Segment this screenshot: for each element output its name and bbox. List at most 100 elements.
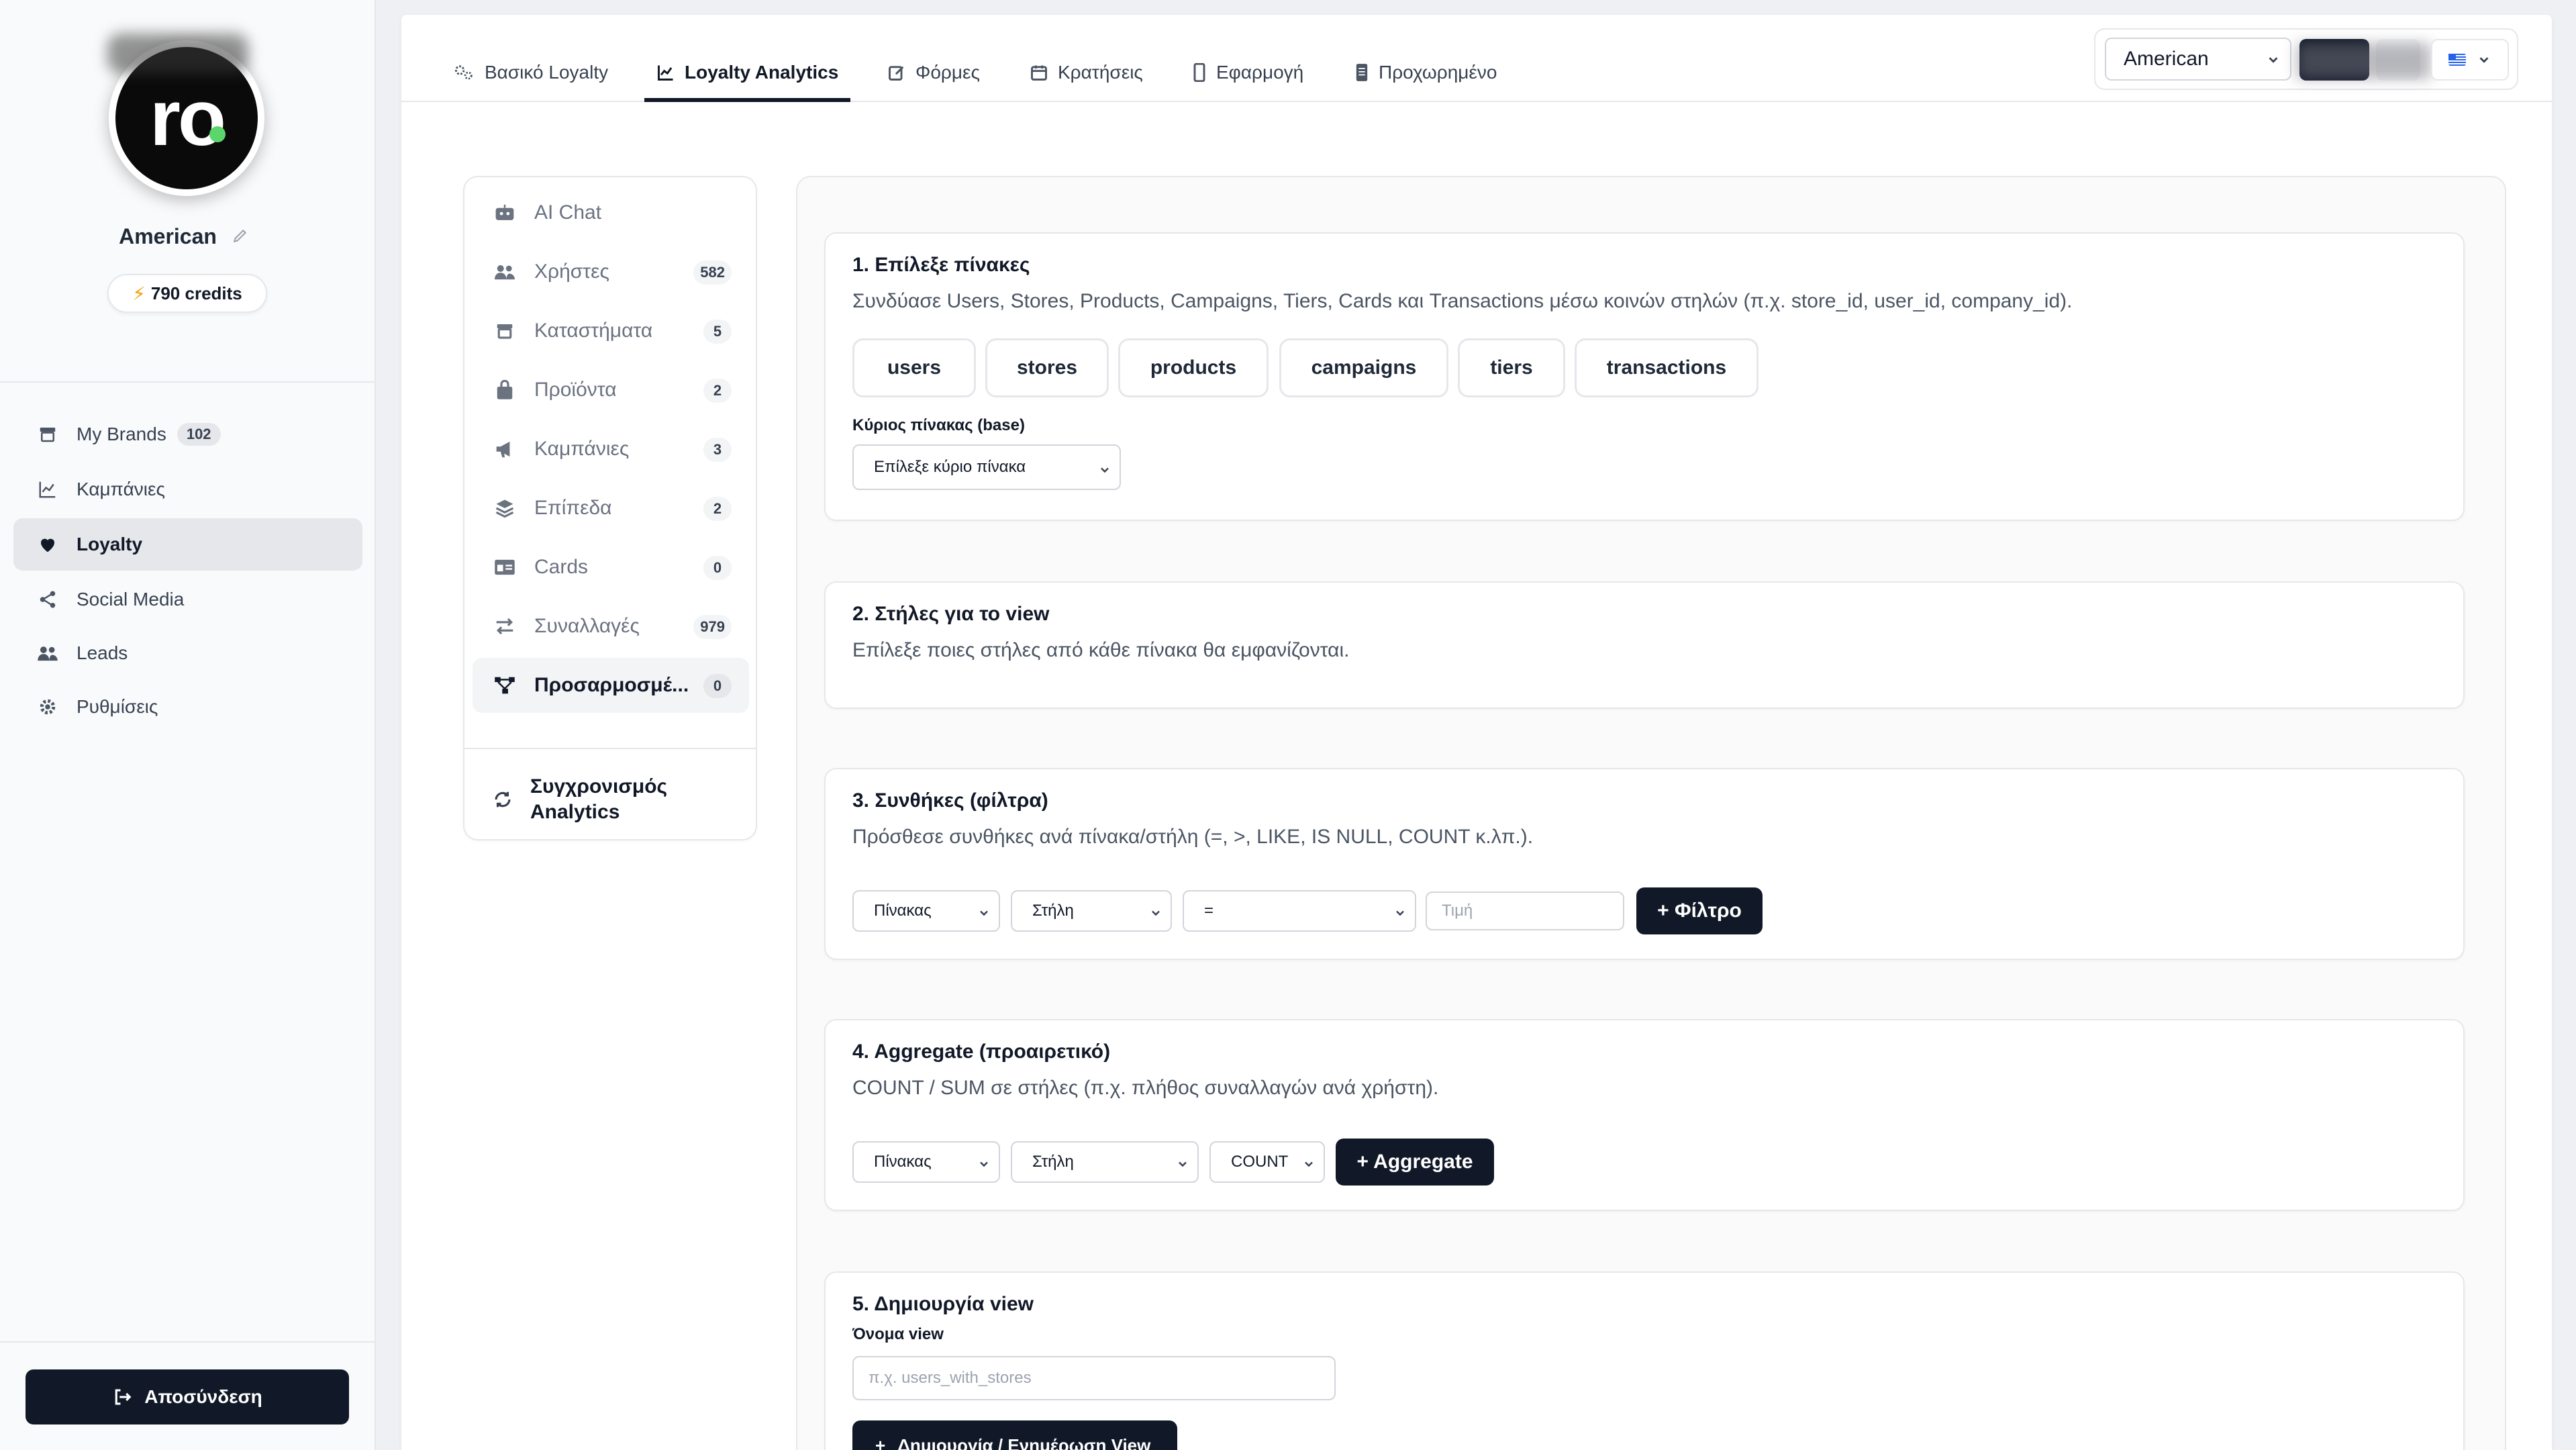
logout-label: Αποσύνδεση (144, 1386, 262, 1407)
language-selector[interactable] (2431, 39, 2509, 81)
aggregate-column-select[interactable]: Στήλη (1011, 1141, 1199, 1183)
filter-value-input[interactable]: Τιμή (1426, 891, 1624, 930)
base-table-select[interactable]: Επίλεξε κύριο πίνακα (852, 444, 1121, 490)
nav-item-social-media[interactable]: Social Media (13, 573, 362, 626)
base-table-label: Κύριος πίνακας (base) (852, 416, 1025, 434)
app-sidebar: ro American ⚡ 790 credits My Brands 102 … (0, 0, 376, 1450)
table-chip-campaigns[interactable]: campaigns (1279, 338, 1448, 397)
filter-table-value: Πίνακας (874, 902, 932, 920)
filter-column-select[interactable]: Στήλη (1011, 890, 1172, 932)
shopping-bag-icon (493, 380, 517, 400)
chevron-down-icon (1149, 906, 1162, 920)
table-chip-users[interactable]: users (852, 338, 976, 397)
users-icon (493, 262, 517, 282)
analytics-item-label: AI Chat (534, 201, 602, 224)
add-aggregate-button[interactable]: + Aggregate (1336, 1139, 1494, 1186)
tab-loyalty-analytics[interactable]: Loyalty Analytics (644, 54, 851, 102)
chevron-down-icon (1393, 906, 1407, 920)
filter-operator-select[interactable]: = (1183, 890, 1416, 932)
aggregate-function-value: COUNT (1231, 1153, 1289, 1171)
step-filters: 3. Συνθήκες (φίλτρα) Πρόσθεσε συνθήκες α… (824, 768, 2465, 960)
filter-table-select[interactable]: Πίνακας (852, 890, 1000, 932)
plus-icon: + (875, 1435, 886, 1450)
analytics-item-tiers[interactable]: Επίπεδα 2 (473, 481, 749, 536)
sync-analytics-button[interactable]: Συγχρονισμός Analytics (473, 768, 749, 831)
brand-select-value: American (2124, 48, 2209, 70)
redacted-area (2297, 43, 2431, 79)
create-view-button[interactable]: + Δημιουργία / Ενημέρωση View (852, 1420, 1177, 1450)
table-chip-stores[interactable]: stores (985, 338, 1109, 397)
add-filter-button[interactable]: + Φίλτρο (1636, 887, 1763, 934)
top-controls: American (2094, 28, 2518, 90)
nav-label: Social Media (77, 589, 185, 610)
count-badge: 3 (703, 438, 732, 462)
tab-label: Βασικό Loyalty (485, 62, 609, 83)
table-chip-products[interactable]: products (1118, 338, 1269, 397)
aggregate-function-select[interactable]: COUNT (1209, 1141, 1325, 1183)
chevron-down-icon (1176, 1157, 1189, 1171)
count-badge: 2 (703, 497, 732, 521)
divider (0, 381, 376, 383)
chevron-down-icon (2266, 52, 2281, 67)
brand-select[interactable]: American (2105, 38, 2291, 81)
table-chip-tiers[interactable]: tiers (1458, 338, 1565, 397)
nav-item-settings[interactable]: Ρυθμίσεις (13, 681, 362, 733)
gears-icon (454, 63, 475, 82)
count-badge: 582 (693, 260, 732, 285)
gear-icon (36, 695, 59, 718)
view-name-input[interactable]: π.χ. users_with_stores (852, 1356, 1336, 1400)
step-description: COUNT / SUM σε στήλες (π.χ. πλήθος συναλ… (852, 1077, 1439, 1099)
brand-name: American (119, 224, 217, 248)
tab-app[interactable]: Εφαρμογή (1180, 54, 1316, 102)
analytics-item-users[interactable]: Χρήστες 582 (473, 244, 749, 299)
robot-icon (493, 203, 517, 223)
share-icon (36, 588, 59, 611)
filter-operator-value: = (1204, 902, 1214, 920)
nav-item-my-brands[interactable]: My Brands 102 (13, 408, 362, 461)
count-badge: 0 (703, 556, 732, 580)
chart-line-icon (656, 63, 675, 82)
analytics-item-products[interactable]: Προϊόντα 2 (473, 362, 749, 418)
nav-item-leads[interactable]: Leads (13, 627, 362, 679)
logout-button[interactable]: Αποσύνδεση (26, 1369, 349, 1424)
main-panel: Βασικό Loyalty Loyalty Analytics Φόρμες … (401, 15, 2552, 1450)
nav-label: Ρυθμίσεις (77, 696, 158, 717)
redacted-area (107, 34, 248, 74)
analytics-item-stores[interactable]: Καταστήματα 5 (473, 303, 749, 358)
tab-bookings[interactable]: Κρατήσεις (1018, 54, 1155, 102)
divider (0, 1341, 376, 1343)
view-builder: 1. Επίλεξε πίνακες Συνδύασε Users, Store… (796, 176, 2506, 1450)
sync-label: Συγχρονισμός Analytics (530, 774, 667, 825)
aggregate-table-select[interactable]: Πίνακας (852, 1141, 1000, 1183)
megaphone-icon (493, 439, 517, 459)
analytics-item-custom[interactable]: Προσαρμοσμέ... 0 (473, 658, 749, 713)
tab-advanced[interactable]: Προχωρημένο (1342, 54, 1509, 102)
analytics-item-transactions[interactable]: Συναλλαγές 979 (473, 599, 749, 654)
analytics-sidebar: AI Chat Χρήστες 582 Καταστήματα 5 Προϊόν… (463, 176, 757, 840)
pencil-icon[interactable] (232, 227, 249, 244)
nav-item-campaigns[interactable]: Καμπάνιες (13, 463, 362, 516)
create-view-label: Δημιουργία / Ενημέρωση View (897, 1435, 1151, 1450)
aggregate-table-value: Πίνακας (874, 1153, 932, 1171)
count-badge: 0 (703, 674, 732, 698)
analytics-item-campaigns[interactable]: Καμπάνιες 3 (473, 422, 749, 477)
tab-label: Loyalty Analytics (685, 62, 839, 83)
analytics-item-cards[interactable]: Cards 0 (473, 540, 749, 595)
table-chip-transactions[interactable]: transactions (1575, 338, 1758, 397)
step-title: 4. Aggregate (προαιρετικό) (852, 1041, 1111, 1063)
chevron-down-icon (977, 906, 991, 920)
tab-forms[interactable]: Φόρμες (875, 54, 992, 102)
diagram-icon (493, 675, 517, 695)
nav-label: Loyalty (77, 534, 143, 554)
chart-line-icon (36, 478, 59, 501)
aggregate-column-value: Στήλη (1032, 1153, 1074, 1171)
tab-label: Φόρμες (915, 62, 980, 83)
chevron-down-icon (2477, 52, 2491, 67)
nav-item-loyalty[interactable]: Loyalty (13, 518, 362, 571)
step-description: Συνδύασε Users, Stores, Products, Campai… (852, 290, 2073, 312)
analytics-item-ai-chat[interactable]: AI Chat (473, 185, 749, 240)
count-badge: 2 (703, 379, 732, 403)
heart-icon (36, 533, 59, 556)
tab-basic-loyalty[interactable]: Βασικό Loyalty (442, 54, 620, 102)
avatar-logo-dot (209, 126, 226, 142)
